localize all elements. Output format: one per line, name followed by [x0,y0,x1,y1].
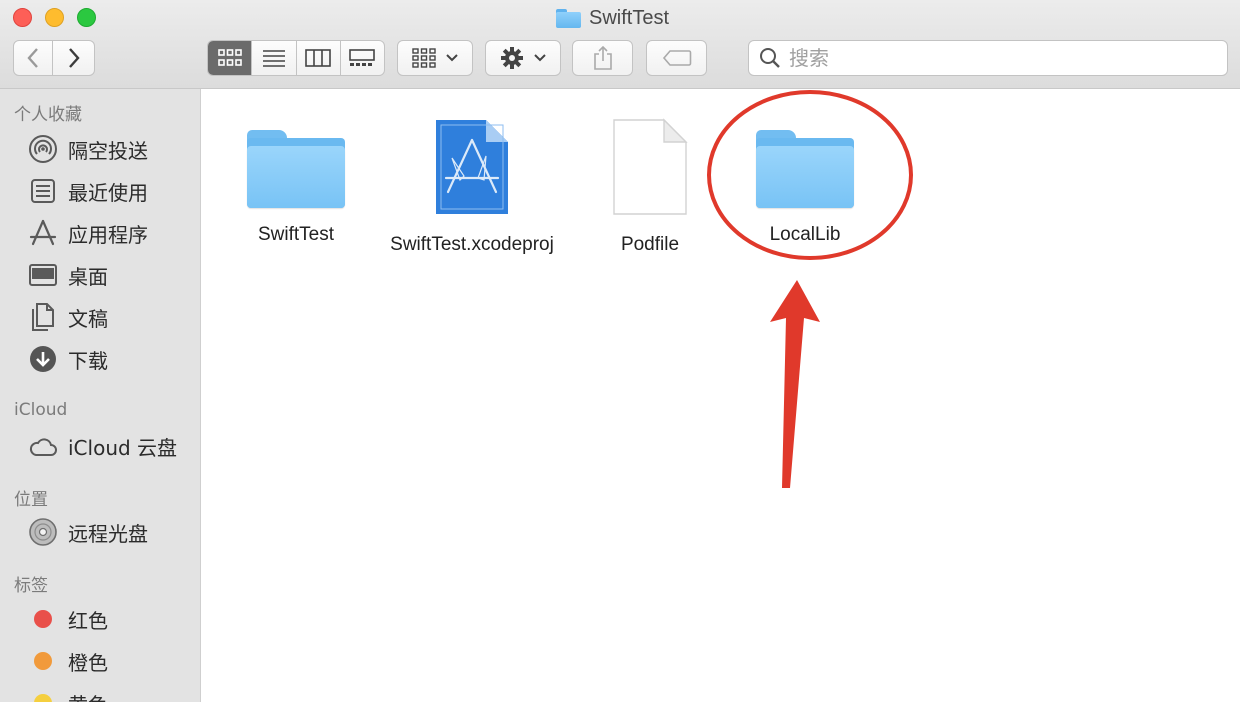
sidebar-section-tags: 标签 [14,576,48,596]
sidebar-item-tag-yellow[interactable]: 黄色 [28,687,198,702]
folder-icon [756,130,854,208]
chevron-down-icon [446,54,458,62]
sidebar-item-remote-disc[interactable]: 远程光盘 [28,516,198,548]
folder-icon [247,130,345,208]
sidebar: 个人收藏 隔空投送 最近使用 应用程序 桌面 文稿 下载 iCloud iClo… [0,89,201,702]
zoom-window-button[interactable] [77,8,96,27]
sidebar-item-documents[interactable]: 文稿 [28,301,198,333]
finder-window: SwiftTest 搜索 个人收藏 隔空投送 最近使用 应用程序 桌面 文稿 下… [0,0,1240,702]
gallery-view-button[interactable] [341,41,384,75]
chevron-right-icon [68,48,80,68]
sidebar-section-favorites: 个人收藏 [14,105,82,125]
sidebar-item-icloud-drive[interactable]: iCloud 云盘 [28,430,198,462]
orange-tag-dot-icon [28,646,58,676]
recents-icon [28,176,58,206]
list-view-button[interactable] [252,41,297,75]
toolbar: SwiftTest [0,0,1240,89]
sidebar-section-icloud: iCloud [14,400,68,420]
tag-button[interactable] [646,40,707,76]
chevron-left-icon [27,48,38,68]
gear-icon [501,47,523,69]
chevron-down-icon [534,54,546,62]
sidebar-item-tag-orange[interactable]: 橙色 [28,645,198,677]
window-title-text: SwiftTest [589,6,670,29]
red-tag-dot-icon [28,604,58,634]
folder-icon [556,8,581,28]
sidebar-item-label: 红色 [68,608,108,633]
search-icon [760,48,780,68]
icon-grid-icon [217,49,242,66]
file-name: SwiftTest [257,224,335,245]
file-name: LocalLib [769,224,841,245]
sidebar-item-label: 应用程序 [68,222,148,247]
sidebar-item-airdrop[interactable]: 隔空投送 [28,133,198,165]
sidebar-item-label: iCloud 云盘 [68,435,178,460]
share-icon [593,46,612,70]
file-item-xcodeproj[interactable]: SwiftTest.xcodeproj [382,118,562,258]
sidebar-item-label: 橙色 [68,650,108,675]
applications-icon [28,218,58,248]
sidebar-item-label: 黄色 [68,689,108,702]
yellow-tag-dot-icon [28,688,58,702]
columns-icon [305,49,331,67]
sidebar-item-label: 桌面 [68,264,108,289]
tag-icon [662,50,691,66]
gallery-icon [349,49,376,66]
document-icon [613,118,688,215]
search-field[interactable] [748,40,1228,76]
close-window-button[interactable] [13,8,32,27]
back-button[interactable] [13,40,53,76]
icon-view-button[interactable] [208,41,253,75]
file-name: SwiftTest.xcodeproj [390,234,554,255]
file-item-podfile[interactable]: Podfile [560,118,740,258]
share-button[interactable] [572,40,633,76]
action-menu-button[interactable] [485,40,561,76]
sidebar-item-tag-red[interactable]: 红色 [28,603,198,635]
downloads-icon [28,344,58,374]
group-by-button[interactable] [397,40,473,76]
documents-icon [28,302,58,332]
desktop-icon [28,260,58,290]
xcode-project-icon [436,120,508,214]
disc-icon [28,517,58,547]
sidebar-item-recents[interactable]: 最近使用 [28,175,198,207]
file-browser-area: SwiftTest SwiftTest.xcodeproj Podfile Lo… [202,90,1240,702]
sidebar-item-label: 最近使用 [68,180,148,205]
column-view-button[interactable] [297,41,341,75]
sidebar-item-label: 远程光盘 [68,521,148,546]
sidebar-item-label: 下载 [68,348,108,373]
window-title: SwiftTest [556,6,669,30]
sidebar-item-applications[interactable]: 应用程序 [28,217,198,249]
sidebar-item-downloads[interactable]: 下载 [28,343,198,375]
cloud-icon [28,431,58,461]
file-item-swifttest-folder[interactable]: SwiftTest [206,130,386,248]
sidebar-item-label: 隔空投送 [68,138,148,163]
file-name: Podfile [620,234,680,255]
sidebar-item-label: 文稿 [68,306,108,331]
airdrop-icon [28,134,58,164]
view-mode-switcher [207,40,385,76]
minimize-window-button[interactable] [45,8,64,27]
sidebar-item-desktop[interactable]: 桌面 [28,259,198,291]
forward-button[interactable] [53,40,95,76]
file-item-locallib-folder[interactable]: LocalLib [715,130,895,248]
search-input[interactable] [789,46,1209,70]
sidebar-section-locations: 位置 [14,490,48,510]
list-icon [262,50,285,67]
arrange-grid-icon [412,48,436,68]
